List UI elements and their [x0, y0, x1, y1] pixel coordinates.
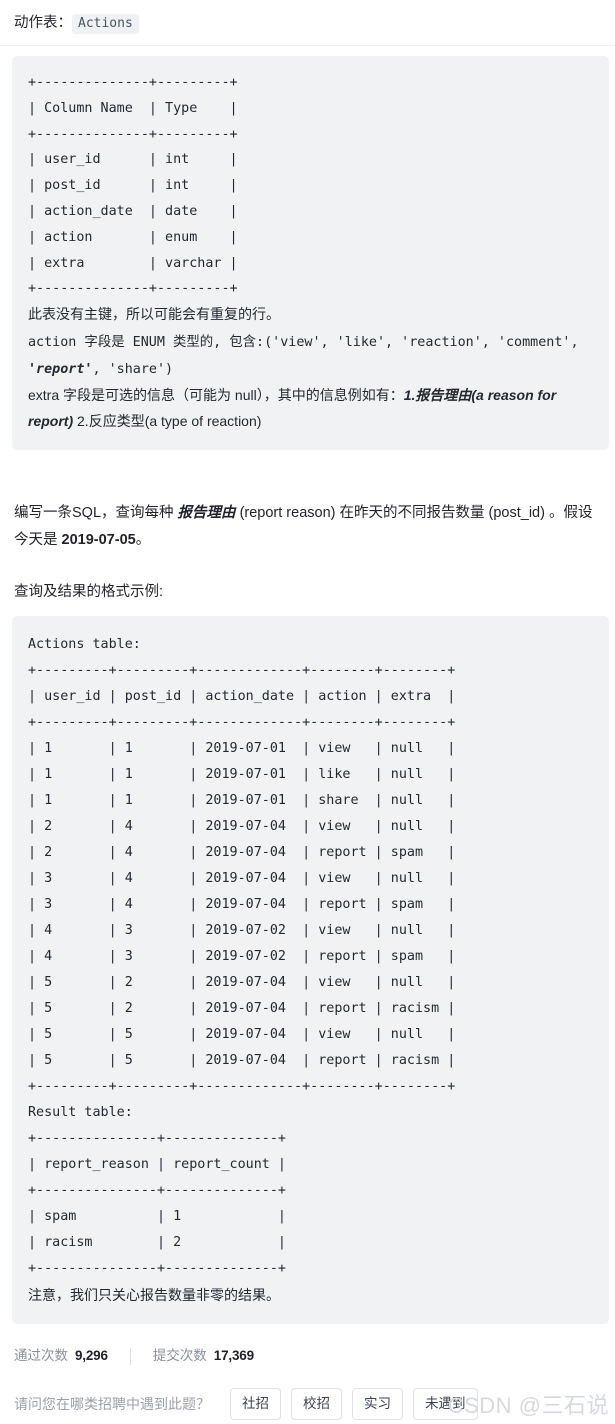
stats-bar: 通过次数 9,296 提交次数 17,369	[14, 1346, 601, 1366]
poll-option-shezhao[interactable]: 社招	[230, 1388, 281, 1421]
actions-ascii-table: Actions table: +---------+---------+----…	[28, 637, 456, 1095]
schema-note-line-2: action 字段是 ENUM 类型的, 包含:('view', 'like',…	[28, 333, 587, 377]
poll-option-shixi[interactable]: 实习	[352, 1388, 403, 1421]
stats-separator	[129, 1347, 131, 1365]
schema-note-3-pre: extra 字段是可选的信息（可能为 null），其中的信息例如有：	[28, 386, 404, 403]
poll-option-weiyudao[interactable]: 未遇到	[413, 1388, 478, 1421]
example-heading: 查询及结果的格式示例:	[14, 584, 164, 601]
example-code-block: Actions table: +---------+---------+----…	[12, 616, 609, 1325]
result-ascii-table: Result table: +---------------+---------…	[28, 1105, 286, 1277]
task-text-post: 。	[135, 532, 151, 549]
task-description: 编写一条SQL，查询每种 报告理由 (report reason) 在昨天的不同…	[14, 500, 601, 554]
pass-count-value: 9,296	[75, 1348, 108, 1364]
recruitment-poll: 请问您在哪类招聘中遇到此题？ 社招 校招 实习 未遇到	[14, 1388, 601, 1421]
table-name-code: Actions	[72, 14, 139, 34]
poll-option-xiaozhao[interactable]: 校招	[291, 1388, 342, 1421]
pass-count-label: 通过次数	[14, 1348, 68, 1364]
page-title: 动作表： Actions	[0, 0, 615, 45]
page-title-label: 动作表：	[14, 15, 72, 31]
schema-code-block: +--------------+---------+ | Column Name…	[12, 56, 609, 451]
submit-count-value: 17,369	[213, 1348, 254, 1364]
schema-ascii-table: +--------------+---------+ | Column Name…	[28, 75, 238, 297]
schema-note-2-pre: action 字段是 ENUM 类型的, 包含:('view', 'like',…	[28, 334, 587, 350]
submit-count-label: 提交次数	[152, 1348, 207, 1364]
example-footnote: 注意，我们只关心报告数量非零的结果。	[28, 1287, 280, 1304]
task-text-pre: 编写一条SQL，查询每种	[14, 505, 178, 522]
task-text-bold-date: 2019-07-05	[61, 532, 136, 549]
schema-note-3-post: 2.反应类型(a type of reaction)	[73, 413, 262, 430]
schema-note-2-post: , 'share')	[92, 361, 174, 377]
poll-question: 请问您在哪类招聘中遇到此题？	[14, 1396, 210, 1413]
schema-note-2-bold: 'report'	[28, 361, 93, 377]
schema-note-line-1: 此表没有主键，所以可能会有重复的行。	[28, 306, 280, 323]
header-divider	[0, 45, 615, 46]
task-text-bold-reason: 报告理由	[177, 505, 236, 522]
schema-note-line-3: extra 字段是可选的信息（可能为 null），其中的信息例如有：1.报告理由…	[28, 387, 560, 430]
